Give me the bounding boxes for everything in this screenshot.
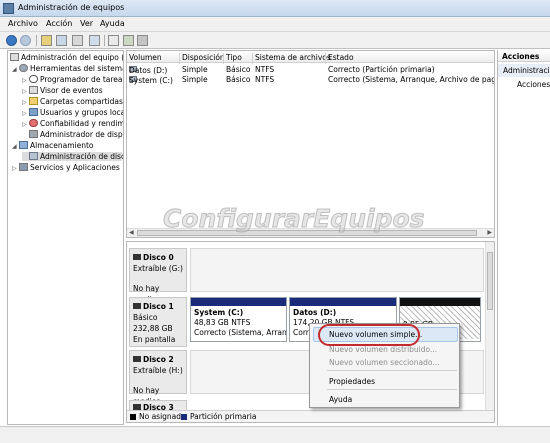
menu-archivo[interactable]: Archivo (8, 19, 38, 28)
legend-unallocated-swatch (130, 414, 136, 420)
scroll-right-icon[interactable]: ▶ (487, 229, 492, 236)
chevron-right-icon[interactable]: ▷ (22, 77, 29, 84)
services-icon (19, 163, 28, 171)
title-bar: Administración de equipos (0, 0, 550, 17)
watermark: ConfigurarEquipos (163, 204, 426, 234)
show-tree-icon[interactable] (56, 35, 67, 46)
help-pane-icon[interactable] (89, 35, 100, 46)
computer-management-icon (10, 53, 19, 61)
status-bar (0, 426, 550, 443)
actions-group[interactable]: Administración de discos (498, 64, 550, 77)
disk-0-area[interactable] (190, 248, 484, 292)
partition-system[interactable]: System (C:) 48,83 GB NTFS Correcto (Sist… (190, 297, 287, 342)
rescan-icon[interactable] (123, 35, 134, 46)
toolbar-separator (36, 35, 37, 46)
menu-bar: Archivo Acción Ver Ayuda (0, 17, 550, 32)
users-icon (29, 108, 38, 116)
navigation-tree: Administración del equipo (loc ◢ Herramie… (7, 50, 124, 425)
app-icon (3, 3, 14, 14)
disk-0-label[interactable]: Disco 0 Extraíble (G:) No hay medios (129, 248, 187, 304)
clock-icon (29, 75, 38, 83)
tree-root[interactable]: Administración del equipo (loc (10, 53, 123, 62)
volume-list-header: Volumen Disposición Tipo Sistema de arch… (127, 51, 494, 64)
table-row[interactable]: System (C:) Simple Básico NTFS Correcto … (127, 74, 494, 85)
removable-disk-icon (133, 356, 141, 362)
menu-separator (327, 370, 457, 371)
legend-unallocated: No asignado (139, 412, 186, 421)
gear-icon (19, 64, 28, 72)
devices-icon (29, 130, 38, 138)
legend-primary-swatch (181, 414, 187, 420)
chevron-right-icon[interactable]: ▷ (22, 110, 29, 117)
actions-more[interactable]: Acciones adicionales (517, 80, 550, 89)
menu-accion[interactable]: Acción (46, 19, 72, 28)
actions-header: Acciones (498, 50, 550, 62)
menu-ver[interactable]: Ver (80, 19, 93, 28)
menu-separator (327, 389, 457, 390)
export-list-icon[interactable] (108, 35, 119, 46)
scrollbar-thumb[interactable] (487, 252, 493, 310)
toolbar-separator (104, 35, 105, 46)
disk-1-label[interactable]: Disco 1 Básico 232,88 GB En pantalla (129, 297, 187, 347)
chevron-down-icon[interactable]: ◢ (12, 66, 19, 73)
tree-item-disk-management[interactable]: Administración de disco (22, 152, 123, 161)
column-volume[interactable]: Volumen (127, 53, 162, 64)
tree-item-device-manager[interactable]: Administrador de dispo (22, 130, 123, 139)
tree-item-reliability[interactable]: ▷ Confiabilidad y rendimi (22, 119, 123, 128)
performance-icon (29, 119, 38, 127)
menu-item-new-striped-volume[interactable]: Nuevo volumen seccionado... (329, 358, 439, 367)
tree-item-event-viewer[interactable]: ▷ Visor de eventos (22, 86, 103, 95)
chevron-down-icon[interactable]: ◢ (12, 143, 19, 150)
menu-item-help[interactable]: Ayuda (329, 395, 352, 404)
partition-bar (400, 298, 480, 306)
vertical-scrollbar[interactable] (485, 242, 494, 410)
storage-icon (19, 141, 28, 149)
legend: No asignado Partición primaria (127, 410, 494, 422)
removable-disk-icon (133, 254, 141, 260)
column-status[interactable]: Estado (325, 53, 354, 64)
highlight-annotation (318, 324, 420, 346)
tree-item-storage[interactable]: ◢ Almacenamiento (12, 141, 94, 150)
toolbar (0, 32, 550, 49)
column-file-system[interactable]: Sistema de archivos (252, 53, 331, 64)
event-viewer-icon (29, 86, 38, 94)
tree-item-services[interactable]: ▷ Servicios y Aplicaciones (12, 163, 120, 172)
menu-item-properties[interactable]: Propiedades (329, 377, 375, 386)
chevron-right-icon[interactable]: ▷ (22, 99, 29, 106)
up-folder-icon[interactable] (41, 35, 52, 46)
window-title: Administración de equipos (18, 3, 125, 12)
disk-management-icon (29, 152, 38, 160)
chevron-right-icon[interactable]: ▷ (22, 121, 29, 128)
tree-item-system-tools[interactable]: ◢ Herramientas del sistema (12, 64, 123, 73)
menu-ayuda[interactable]: Ayuda (100, 19, 125, 28)
back-icon[interactable] (6, 35, 17, 46)
scroll-left-icon[interactable]: ◀ (129, 229, 134, 236)
properties-icon[interactable] (72, 35, 83, 46)
tree-item-task-scheduler[interactable]: ▷ Programador de tareas (22, 75, 123, 84)
column-type[interactable]: Tipo (223, 53, 242, 64)
tree-item-shared-folders[interactable]: ▷ Carpetas compartidas (22, 97, 123, 106)
disk-view-icon[interactable] (137, 35, 148, 46)
folder-icon (29, 97, 38, 105)
partition-bar (191, 298, 286, 306)
menu-item-new-spanned-volume[interactable]: Nuevo volumen distribuido... (329, 345, 437, 354)
column-layout[interactable]: Disposición (179, 53, 225, 64)
disk-2-label[interactable]: Disco 2 Extraíble (H:) No hay medios (129, 350, 187, 406)
chevron-right-icon[interactable]: ▷ (22, 88, 29, 95)
tree-item-local-users[interactable]: ▷ Usuarios y grupos locale (22, 108, 123, 117)
forward-icon[interactable] (20, 35, 31, 46)
disk-icon (133, 303, 141, 309)
actions-pane: Acciones Administración de discos Accion… (497, 50, 550, 425)
legend-primary: Partición primaria (190, 412, 257, 421)
partition-bar (290, 298, 396, 306)
chevron-right-icon[interactable]: ▷ (12, 165, 19, 172)
